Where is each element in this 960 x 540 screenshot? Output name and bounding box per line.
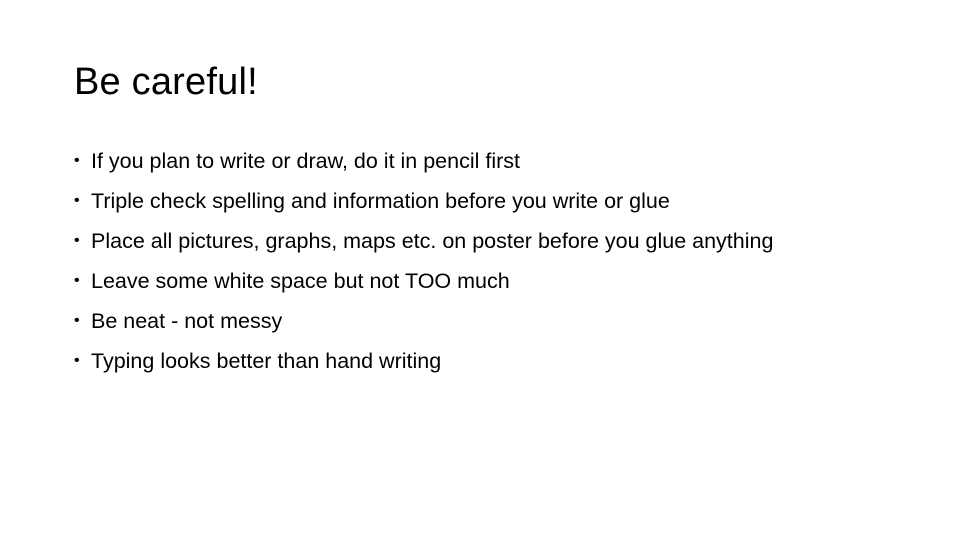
slide-title: Be careful! (74, 61, 258, 103)
bullet-icon: • (74, 152, 80, 169)
bullet-item: • Place all pictures, graphs, maps etc. … (74, 226, 811, 256)
bullet-icon: • (74, 232, 80, 249)
bullet-icon: • (74, 192, 80, 209)
bullet-item: • Triple check spelling and information … (74, 186, 874, 216)
bullet-text: Be neat - not messy (91, 309, 283, 333)
slide: Be careful! • If you plan to write or dr… (0, 0, 960, 540)
bullet-item: • Typing looks better than hand writing (74, 346, 874, 376)
bullet-icon: • (74, 352, 80, 369)
bullet-text: Place all pictures, graphs, maps etc. on… (91, 229, 774, 253)
bullet-list: • If you plan to write or draw, do it in… (74, 146, 874, 386)
bullet-text: Leave some white space but not TOO much (91, 269, 510, 293)
bullet-text: If you plan to write or draw, do it in p… (91, 149, 521, 173)
bullet-text: Typing looks better than hand writing (91, 349, 442, 373)
bullet-item: • Leave some white space but not TOO muc… (74, 266, 874, 296)
bullet-icon: • (74, 312, 80, 329)
bullet-item: • Be neat - not messy (74, 306, 874, 336)
bullet-item: • If you plan to write or draw, do it in… (74, 146, 874, 176)
bullet-icon: • (74, 272, 80, 289)
bullet-text: Triple check spelling and information be… (91, 189, 670, 213)
